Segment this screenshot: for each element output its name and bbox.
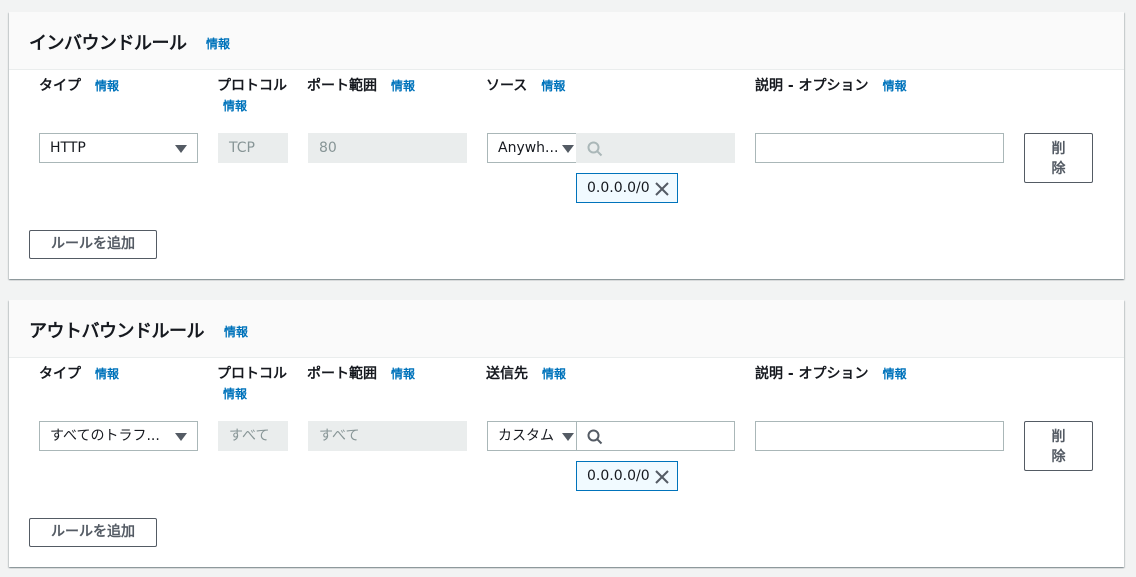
description-input[interactable]: [755, 133, 1004, 163]
caret-down-icon: [562, 433, 574, 441]
inbound-rules-title: インバウンドルール: [29, 33, 187, 54]
close-icon[interactable]: [654, 181, 670, 197]
type-info-link[interactable]: 情報: [95, 367, 119, 381]
outbound-rules-header: アウトバウンドルール 情報: [9, 300, 1124, 358]
column-label-protocol: プロトコル情報: [217, 366, 287, 401]
source-info-link[interactable]: 情報: [541, 79, 565, 93]
inbound-rules-header: インバウンドルール 情報: [9, 12, 1124, 70]
inbound-rules-panel: インバウンドルール 情報 タイプ 情報 プロトコル情報 ポート範囲 情報 ソース 情報…: [9, 12, 1124, 279]
protocol-field: すべて: [218, 421, 288, 451]
cidr-token: 0.0.0.0/0: [576, 173, 678, 203]
caret-down-icon: [562, 145, 574, 153]
delete-rule-button[interactable]: 削除: [1024, 421, 1093, 471]
destination-type-select[interactable]: カスタム: [487, 421, 577, 451]
destination-info-link[interactable]: 情報: [542, 367, 566, 381]
description-info-link[interactable]: 情報: [883, 79, 907, 93]
search-icon: [587, 429, 603, 445]
column-label-description: 説明 - オプション 情報: [755, 78, 907, 94]
source-type-select[interactable]: Anywh...: [487, 133, 577, 163]
caret-down-icon: [175, 433, 187, 441]
cidr-token: 0.0.0.0/0: [576, 461, 678, 491]
outbound-title-info-link[interactable]: 情報: [224, 323, 248, 340]
caret-down-icon: [175, 145, 187, 153]
column-label-protocol: プロトコル情報: [217, 78, 287, 113]
column-label-port-range: ポート範囲 情報: [307, 78, 416, 94]
cidr-token-label: 0.0.0.0/0: [587, 468, 650, 484]
search-icon: [587, 141, 603, 157]
column-label-source: ソース 情報: [486, 78, 566, 94]
outbound-rules-panel: アウトバウンドルール 情報 タイプ 情報 プロトコル情報 ポート範囲 情報 送信先情…: [9, 300, 1124, 567]
port-range-field: すべて: [308, 421, 467, 451]
destination-type-value: カスタム: [498, 428, 554, 444]
inbound-title-info-link[interactable]: 情報: [206, 35, 230, 52]
description-input[interactable]: [755, 421, 1004, 451]
port-range-info-link[interactable]: 情報: [391, 79, 415, 93]
description-info-link[interactable]: 情報: [883, 367, 907, 381]
delete-rule-button[interactable]: 削除: [1024, 133, 1093, 183]
close-icon[interactable]: [654, 469, 670, 485]
destination-search-input[interactable]: [576, 421, 735, 451]
source-search-input[interactable]: [576, 133, 735, 163]
protocol-info-link[interactable]: 情報: [223, 99, 247, 113]
protocol-field: TCP: [218, 133, 288, 163]
type-select-value: HTTP: [50, 140, 86, 156]
outbound-rules-title: アウトバウンドルール: [29, 321, 205, 342]
type-info-link[interactable]: 情報: [95, 79, 119, 93]
source-type-value: Anywh...: [498, 140, 559, 156]
cidr-token-label: 0.0.0.0/0: [587, 180, 650, 196]
add-rule-button[interactable]: ルールを追加: [29, 518, 157, 547]
protocol-info-link[interactable]: 情報: [223, 387, 247, 401]
column-label-port-range: ポート範囲 情報: [307, 366, 416, 382]
port-range-info-link[interactable]: 情報: [391, 367, 415, 381]
type-select[interactable]: すべてのトラフ...: [39, 421, 198, 451]
add-rule-button[interactable]: ルールを追加: [29, 230, 157, 259]
column-label-type: タイプ 情報: [39, 366, 120, 382]
type-select[interactable]: HTTP: [39, 133, 198, 163]
column-label-type: タイプ 情報: [39, 78, 120, 94]
column-label-description: 説明 - オプション 情報: [755, 366, 907, 382]
type-select-value: すべてのトラフ...: [50, 428, 160, 444]
port-range-field: 80: [308, 133, 467, 163]
column-label-destination: 送信先 情報: [486, 366, 567, 382]
